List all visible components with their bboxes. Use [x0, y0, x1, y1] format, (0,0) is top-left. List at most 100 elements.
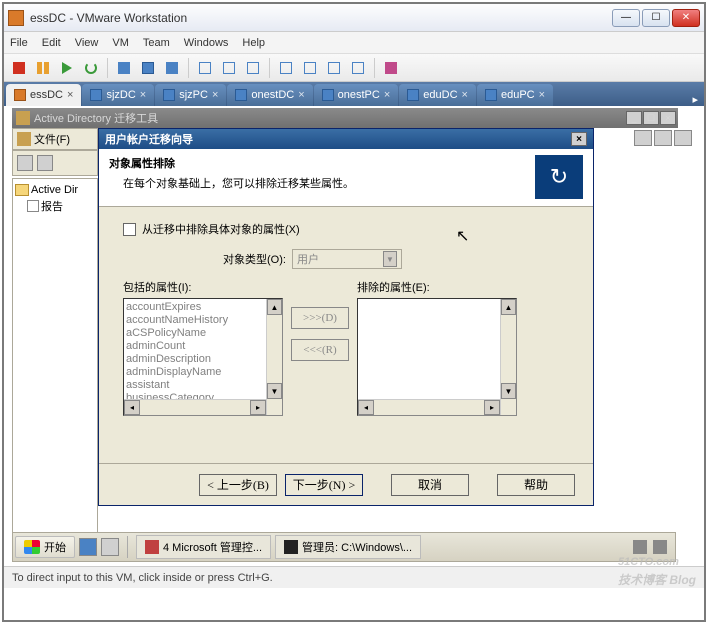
object-type-combo[interactable]: 用户 ▼ [292, 249, 402, 269]
wizard-title: 用户帐户迁移向导 [105, 131, 193, 147]
ad-close-button[interactable]: × [660, 111, 676, 125]
ad-window-title: Active Directory 迁移工具 [34, 110, 158, 126]
tab-edudc[interactable]: eduDC× [399, 84, 476, 106]
snapshot-mgr-button[interactable] [137, 57, 159, 79]
play-button[interactable] [56, 57, 78, 79]
tab-sjzpc[interactable]: sjzPC× [155, 84, 226, 106]
list-item[interactable]: accountNameHistory [126, 314, 280, 327]
list-item[interactable]: aCSPolicyName [126, 327, 280, 340]
taskbar-item-mmc[interactable]: 4 Microsoft 管理控... [136, 535, 271, 559]
taskbar-item-cmd[interactable]: 管理员: C:\Windows\... [275, 535, 421, 559]
multimon-button[interactable] [347, 57, 369, 79]
wizard-logo-icon: ↻ [535, 155, 583, 199]
vm-tabbar: essDC× sjzDC× sjzPC× onestDC× onestPC× e… [4, 82, 704, 106]
tab-onestpc[interactable]: onestPC× [314, 84, 399, 106]
h-scrollbar[interactable]: ◂▸ [358, 399, 500, 415]
nav-icon[interactable] [17, 155, 33, 171]
mmc-close[interactable] [674, 130, 692, 146]
view2-button[interactable] [218, 57, 240, 79]
menu-vm[interactable]: VM [112, 37, 129, 49]
scrollbar[interactable]: ▲▼ [266, 299, 282, 415]
add-button[interactable]: >>>(D) [291, 307, 349, 329]
tree-child[interactable]: 报告 [27, 197, 95, 215]
included-label: 包括的属性(I): [123, 279, 283, 295]
menu-windows[interactable]: Windows [184, 37, 229, 49]
tab-overflow-icon[interactable]: ▸ [688, 93, 702, 106]
wizard-heading: 对象属性排除 [109, 155, 535, 171]
folder-icon [15, 184, 29, 196]
wizard-header: 对象属性排除 在每个对象基础上，您可以排除迁移某些属性。 ↻ [99, 149, 593, 207]
file-menu-row: 文件(F) [12, 128, 98, 150]
titlebar: essDC - VMware Workstation — ☐ ✕ [4, 4, 704, 32]
help-button[interactable]: 帮助 [497, 474, 575, 496]
menubar: File Edit View VM Team Windows Help [4, 32, 704, 54]
remove-button[interactable]: <<<(R) [291, 339, 349, 361]
wizard-dialog: 用户帐户迁移向导 × 对象属性排除 在每个对象基础上，您可以排除迁移某些属性。 … [98, 128, 594, 506]
tree-root[interactable]: Active Dir [15, 183, 95, 197]
exclude-checkbox[interactable] [123, 223, 136, 236]
report-icon [27, 200, 39, 212]
windows-flag-icon [24, 540, 40, 554]
reset-button[interactable] [80, 57, 102, 79]
toolbar-row [12, 150, 98, 176]
export-icon[interactable] [37, 155, 53, 171]
menu-file[interactable]: File [10, 37, 28, 49]
tool-icon [17, 132, 31, 146]
scrollbar[interactable]: ▲▼ [500, 299, 516, 415]
list-item[interactable]: accountExpires [126, 301, 280, 314]
list-item[interactable]: adminCount [126, 340, 280, 353]
cmd-icon [284, 540, 298, 554]
vm-viewport[interactable]: Active Directory 迁移工具 _ ☐ × 文件(F) Active… [4, 106, 704, 566]
tree-panel: Active Dir 报告 [12, 178, 98, 558]
ad-max-button[interactable]: ☐ [643, 111, 659, 125]
menu-team[interactable]: Team [143, 37, 170, 49]
exclude-checkbox-label: 从迁移中排除具体对象的属性(X) [142, 221, 300, 237]
tab-essdc[interactable]: essDC× [6, 84, 81, 106]
minimize-button[interactable]: — [612, 9, 640, 27]
menu-view[interactable]: View [75, 37, 99, 49]
h-scrollbar[interactable]: ◂▸ [124, 399, 266, 415]
maximize-button[interactable]: ☐ [642, 9, 670, 27]
view3-button[interactable] [242, 57, 264, 79]
console-button[interactable] [323, 57, 345, 79]
list-item[interactable]: assistant [126, 379, 280, 392]
quicklaunch-icon[interactable] [79, 538, 97, 556]
menu-help[interactable]: Help [242, 37, 265, 49]
snapshot-button[interactable] [113, 57, 135, 79]
toolbar [4, 54, 704, 82]
tab-onestdc[interactable]: onestDC× [227, 84, 312, 106]
ad-min-button[interactable]: _ [626, 111, 642, 125]
file-menu[interactable]: 文件(F) [34, 131, 70, 147]
tab-sjzdc[interactable]: sjzDC× [82, 84, 154, 106]
tray-icon[interactable] [633, 540, 647, 554]
menu-edit[interactable]: Edit [42, 37, 61, 49]
list-item[interactable]: adminDisplayName [126, 366, 280, 379]
close-button[interactable]: ✕ [672, 9, 700, 27]
back-button[interactable]: < 上一步(B) [199, 474, 277, 496]
excluded-listbox[interactable]: ▲▼ ◂▸ [357, 298, 517, 416]
capture-button[interactable] [380, 57, 402, 79]
wizard-subheading: 在每个对象基础上，您可以排除迁移某些属性。 [123, 175, 535, 191]
stop-button[interactable] [8, 57, 30, 79]
start-button[interactable]: 开始 [15, 536, 75, 558]
tray-icon[interactable] [653, 540, 667, 554]
revert-button[interactable] [161, 57, 183, 79]
next-button[interactable]: 下一步(N) > [285, 474, 363, 496]
cancel-button[interactable]: 取消 [391, 474, 469, 496]
fullscreen-button[interactable] [275, 57, 297, 79]
pause-button[interactable] [32, 57, 54, 79]
wizard-footer: < 上一步(B) 下一步(N) > 取消 帮助 [99, 463, 593, 505]
mmc-window-controls [634, 130, 692, 146]
tab-edupc[interactable]: eduPC× [477, 84, 553, 106]
view1-button[interactable] [194, 57, 216, 79]
close-icon[interactable]: × [67, 89, 73, 101]
ad-icon [16, 111, 30, 125]
mmc-min[interactable] [634, 130, 652, 146]
mmc-max[interactable] [654, 130, 672, 146]
list-item[interactable]: adminDescription [126, 353, 280, 366]
object-type-label: 对象类型(O): [223, 251, 286, 267]
unity-button[interactable] [299, 57, 321, 79]
quicklaunch-icon[interactable] [101, 538, 119, 556]
wizard-close-button[interactable]: × [571, 132, 587, 146]
included-listbox[interactable]: accountExpires accountNameHistory aCSPol… [123, 298, 283, 416]
